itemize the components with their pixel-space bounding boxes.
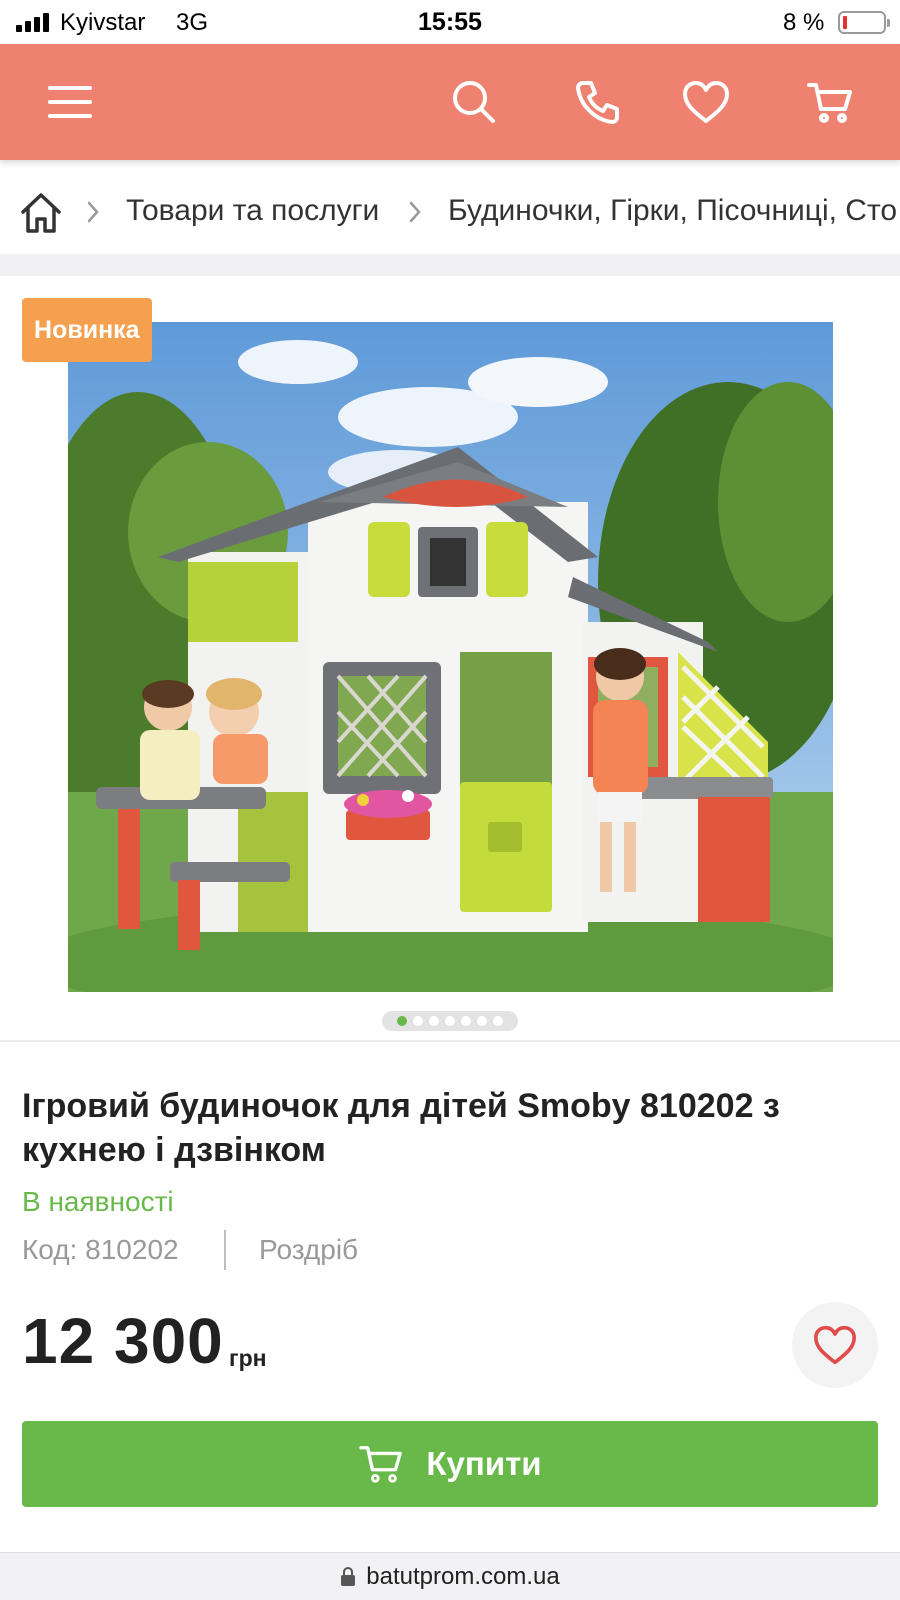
new-badge: Новинка [22, 298, 152, 362]
breadcrumb: Товари та послуги Будиночки, Гірки, Пісо… [0, 170, 900, 254]
heart-icon [814, 1325, 856, 1365]
product-photo[interactable] [68, 322, 833, 992]
chevron-right-icon [87, 201, 99, 223]
buy-button[interactable]: Купити [22, 1421, 878, 1507]
product-code: Код: 810202 [22, 1234, 179, 1265]
battery-icon [838, 11, 890, 34]
menu-icon[interactable] [40, 72, 100, 132]
status-bar: Kyivstar 3G 15:55 8 % [0, 0, 900, 44]
info-divider [224, 1230, 226, 1270]
product-gallery: Новинка [0, 276, 900, 1042]
product-price: 12 300 [22, 1305, 224, 1377]
pagination-dot[interactable] [493, 1016, 503, 1026]
price-currency: грн [229, 1345, 267, 1371]
breadcrumb-item-services[interactable]: Товари та послуги [126, 194, 379, 228]
browser-url-bar[interactable]: batutprom.com.ua [0, 1552, 900, 1600]
pagination-dot[interactable] [413, 1016, 423, 1026]
chevron-right-icon [409, 201, 421, 223]
sale-type: Роздріб [259, 1234, 359, 1265]
home-icon[interactable] [18, 190, 64, 236]
buy-button-label: Купити [426, 1445, 542, 1482]
cart-icon [359, 1446, 403, 1483]
cart-icon[interactable] [800, 72, 860, 132]
product-title: Ігровий будиночок для дітей Smoby 810202… [22, 1087, 780, 1169]
lock-icon [341, 1566, 356, 1586]
heart-icon[interactable] [676, 72, 736, 132]
url-domain: batutprom.com.ua [366, 1562, 560, 1590]
pagination-dot[interactable] [397, 1016, 407, 1026]
phone-icon[interactable] [568, 72, 628, 132]
section-divider [0, 254, 900, 276]
status-time: 15:55 [418, 8, 482, 36]
battery-percent: 8 % [783, 9, 825, 36]
add-to-wishlist-button[interactable] [792, 1302, 878, 1388]
availability-status: В наявності [22, 1186, 174, 1217]
pagination-dot[interactable] [429, 1016, 439, 1026]
breadcrumb-item-category[interactable]: Будиночки, Гірки, Пісочниці, Сто [448, 194, 897, 228]
pagination-dot[interactable] [445, 1016, 455, 1026]
pagination-dot[interactable] [477, 1016, 487, 1026]
search-icon[interactable] [444, 72, 504, 132]
site-header [0, 44, 900, 160]
gallery-pagination[interactable] [382, 1011, 518, 1031]
pagination-dot[interactable] [461, 1016, 471, 1026]
